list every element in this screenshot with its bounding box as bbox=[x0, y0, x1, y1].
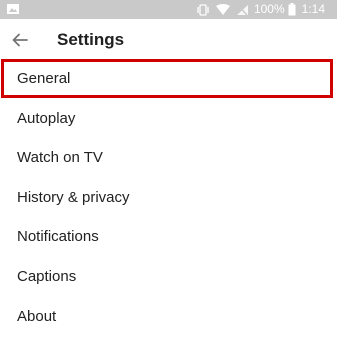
menu-item-autoplay[interactable]: Autoplay bbox=[0, 99, 337, 139]
vibrate-icon bbox=[197, 3, 209, 16]
image-icon bbox=[7, 4, 19, 14]
menu-item-history-privacy[interactable]: History & privacy bbox=[0, 178, 337, 218]
status-bar: 100% 1:14 bbox=[0, 0, 337, 19]
menu-item-general[interactable]: General bbox=[0, 59, 337, 99]
battery-icon bbox=[288, 3, 296, 16]
menu-item-captions[interactable]: Captions bbox=[0, 257, 337, 297]
menu-item-notifications[interactable]: Notifications bbox=[0, 217, 337, 257]
arrow-left-icon[interactable] bbox=[8, 28, 32, 52]
signal-off-icon bbox=[236, 4, 248, 15]
page-title: Settings bbox=[57, 30, 125, 49]
settings-menu: General Autoplay Watch on TV History & p… bbox=[0, 59, 337, 336]
menu-item-about[interactable]: About bbox=[0, 297, 337, 337]
app-bar: Settings bbox=[0, 19, 337, 61]
menu-item-watch-on-tv[interactable]: Watch on TV bbox=[0, 138, 337, 178]
wifi-icon bbox=[215, 3, 230, 15]
clock: 1:14 bbox=[301, 2, 325, 16]
battery-percent: 100% bbox=[253, 2, 285, 16]
